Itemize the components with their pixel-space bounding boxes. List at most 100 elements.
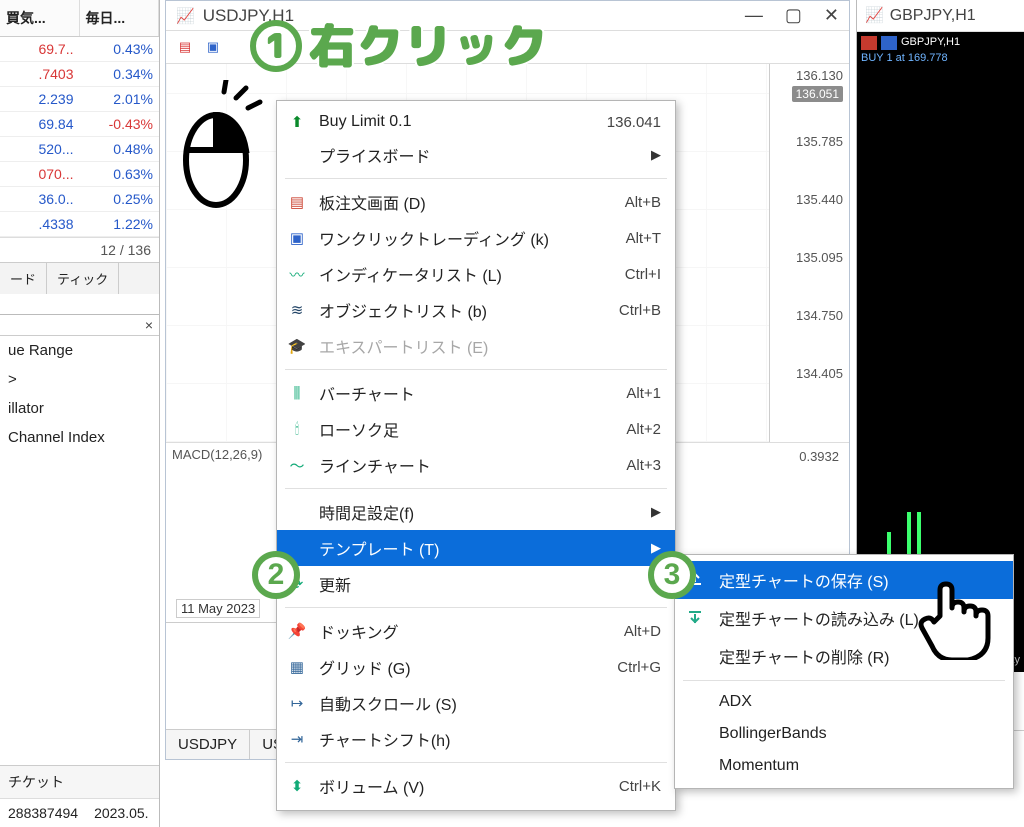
menu-board[interactable]: ▤ 板注文画面 (D) Alt+B bbox=[277, 184, 675, 220]
shortcut-label: Alt+T bbox=[626, 230, 661, 247]
tab-tick[interactable]: ティック bbox=[47, 263, 119, 294]
nav-item[interactable]: Channel Index bbox=[0, 423, 159, 452]
menu-line-chart[interactable]: 〜 ラインチャート Alt+3 bbox=[277, 447, 675, 483]
candlestick-icon: 🕯 bbox=[287, 419, 307, 439]
menu-label: ボリューム (V) bbox=[319, 774, 424, 798]
tab-board[interactable]: ード bbox=[0, 263, 47, 294]
buy-overlay: BUY 1 at 169.778 bbox=[861, 52, 948, 64]
oneclick-icon[interactable]: ▣ bbox=[202, 37, 224, 57]
menu-label: Momentum bbox=[719, 757, 799, 775]
market-watch-row[interactable]: .43381.22% bbox=[0, 212, 159, 237]
menu-label: テンプレート (T) bbox=[319, 536, 439, 560]
menu-separator bbox=[683, 680, 1005, 681]
minimize-icon[interactable]: — bbox=[745, 5, 763, 26]
menu-indicator-list[interactable]: 〰 インディケータリスト (L) Ctrl+I bbox=[277, 256, 675, 292]
menu-autoscroll[interactable]: ↦ 自動スクロール (S) bbox=[277, 685, 675, 721]
annotation-number: 3 bbox=[664, 558, 681, 592]
market-watch-row[interactable]: .74030.34% bbox=[0, 62, 159, 87]
menu-label: 定型チャートの保存 (S) bbox=[719, 568, 889, 592]
shortcut-label: Ctrl+K bbox=[619, 778, 661, 795]
load-icon bbox=[687, 609, 705, 627]
menu-chart-shift[interactable]: ⇥ チャートシフト(h) bbox=[277, 721, 675, 757]
last-price-tag: 136.051 bbox=[792, 86, 843, 102]
shortcut-label: Alt+D bbox=[624, 623, 661, 640]
market-watch-header: 買気... 毎日... bbox=[0, 0, 159, 37]
annotation-text: 右クリック bbox=[308, 10, 548, 81]
menu-buy-limit[interactable]: ⬆ Buy Limit 0.1 136.041 bbox=[277, 107, 675, 137]
menu-volume[interactable]: ⬍ ボリューム (V) Ctrl+K bbox=[277, 768, 675, 804]
x-date-label: 11 May 2023 bbox=[176, 599, 260, 618]
pct-cell: 0.63% bbox=[80, 162, 160, 186]
menu-label: 定型チャートの削除 (R) bbox=[719, 644, 890, 668]
y-tick: 135.095 bbox=[796, 250, 843, 265]
menu-label: プライスボード bbox=[319, 143, 431, 167]
col-bid: 買気... bbox=[0, 0, 80, 36]
menu-candle-chart[interactable]: 🕯 ローソク足 Alt+2 bbox=[277, 411, 675, 447]
hand-cursor-icon bbox=[912, 570, 1002, 663]
grid-icon: ▦ bbox=[287, 657, 307, 677]
menu-label: ワンクリックトレーディング (k) bbox=[319, 226, 549, 250]
pct-cell: 0.48% bbox=[80, 137, 160, 161]
menu-label: ラインチャート bbox=[319, 453, 431, 477]
menu-label: ローソク足 bbox=[319, 417, 399, 441]
nav-item[interactable]: illator bbox=[0, 394, 159, 423]
close-icon[interactable]: × bbox=[0, 315, 159, 336]
col-daily: 毎日... bbox=[80, 0, 160, 36]
menu-object-list[interactable]: ≋ オブジェクトリスト (b) Ctrl+B bbox=[277, 292, 675, 328]
shortcut-label: Alt+2 bbox=[626, 421, 661, 438]
bid-cell: 520... bbox=[0, 137, 80, 161]
menu-refresh[interactable]: ⟳ 更新 bbox=[277, 566, 675, 602]
chart-window-icon bbox=[865, 6, 884, 25]
bid-cell: 69.7.. bbox=[0, 37, 80, 61]
shortcut-label: Alt+B bbox=[625, 194, 661, 211]
nav-item[interactable]: > bbox=[0, 365, 159, 394]
shortcut-label: Ctrl+G bbox=[617, 659, 661, 676]
chart-titlebar[interactable]: GBPJPY,H1 bbox=[857, 0, 1024, 32]
buy-arrow-icon: ⬆ bbox=[287, 112, 307, 132]
menu-label: 定型チャートの読み込み (L) bbox=[719, 606, 919, 630]
chart-context-menu: ⬆ Buy Limit 0.1 136.041 プライスボード ▶ ▤ 板注文画… bbox=[276, 100, 676, 811]
market-watch-row[interactable]: 36.0..0.25% bbox=[0, 187, 159, 212]
submenu-preset[interactable]: BollingerBands bbox=[675, 718, 1013, 750]
menu-label: チャートシフト(h) bbox=[319, 727, 450, 751]
submenu-preset[interactable]: Momentum bbox=[675, 750, 1013, 782]
menu-label: ADX bbox=[719, 693, 752, 711]
panel-icon[interactable] bbox=[861, 36, 877, 50]
menu-bar-chart[interactable]: ⫼ バーチャート Alt+1 bbox=[277, 375, 675, 411]
menu-label: 自動スクロール (S) bbox=[319, 691, 457, 715]
market-watch-row[interactable]: 070...0.63% bbox=[0, 162, 159, 187]
market-watch-row[interactable]: 69.84-0.43% bbox=[0, 112, 159, 137]
menu-label: オブジェクトリスト (b) bbox=[319, 298, 487, 322]
menu-timeframe[interactable]: 時間足設定(f) ▶ bbox=[277, 494, 675, 530]
menu-template[interactable]: テンプレート (T) ▶ bbox=[277, 530, 675, 566]
y-tick: 135.785 bbox=[796, 134, 843, 149]
object-list-icon: ≋ bbox=[287, 300, 307, 320]
order-date: 2023.05. bbox=[86, 799, 159, 827]
bid-cell: 070... bbox=[0, 162, 80, 186]
order-ticket: 288387494 bbox=[0, 799, 86, 827]
menu-grid[interactable]: ▦ グリッド (G) Ctrl+G bbox=[277, 649, 675, 685]
menu-expert-list: 🎓 エキスパートリスト (E) bbox=[277, 328, 675, 364]
board-icon: ▤ bbox=[287, 192, 307, 212]
nav-item[interactable]: ue Range bbox=[0, 336, 159, 365]
maximize-icon[interactable]: ▢ bbox=[785, 5, 802, 26]
menu-docking[interactable]: 📌 ドッキング Alt+D bbox=[277, 613, 675, 649]
menu-label: 板注文画面 (D) bbox=[319, 190, 426, 214]
market-watch-row[interactable]: 2.2392.01% bbox=[0, 87, 159, 112]
bid-cell: .7403 bbox=[0, 62, 80, 86]
menu-oneclick[interactable]: ▣ ワンクリックトレーディング (k) Alt+T bbox=[277, 220, 675, 256]
indicator-list-icon: 〰 bbox=[287, 264, 307, 284]
menu-priceboard[interactable]: プライスボード ▶ bbox=[277, 137, 675, 173]
submenu-preset[interactable]: ADX bbox=[675, 686, 1013, 718]
shortcut-label: Alt+3 bbox=[626, 457, 661, 474]
volume-icon: ⬍ bbox=[287, 776, 307, 796]
bar-chart-icon: ⫼ bbox=[287, 383, 307, 403]
market-watch-row[interactable]: 520...0.48% bbox=[0, 137, 159, 162]
oneclick-icon[interactable] bbox=[881, 36, 897, 50]
panel-icon[interactable]: ▤ bbox=[174, 37, 196, 57]
menu-separator bbox=[285, 178, 667, 179]
pct-cell: -0.43% bbox=[80, 112, 160, 136]
market-watch-row[interactable]: 69.7..0.43% bbox=[0, 37, 159, 62]
chart-tab[interactable]: USDJPY bbox=[166, 730, 250, 759]
close-icon[interactable]: ✕ bbox=[824, 5, 839, 26]
